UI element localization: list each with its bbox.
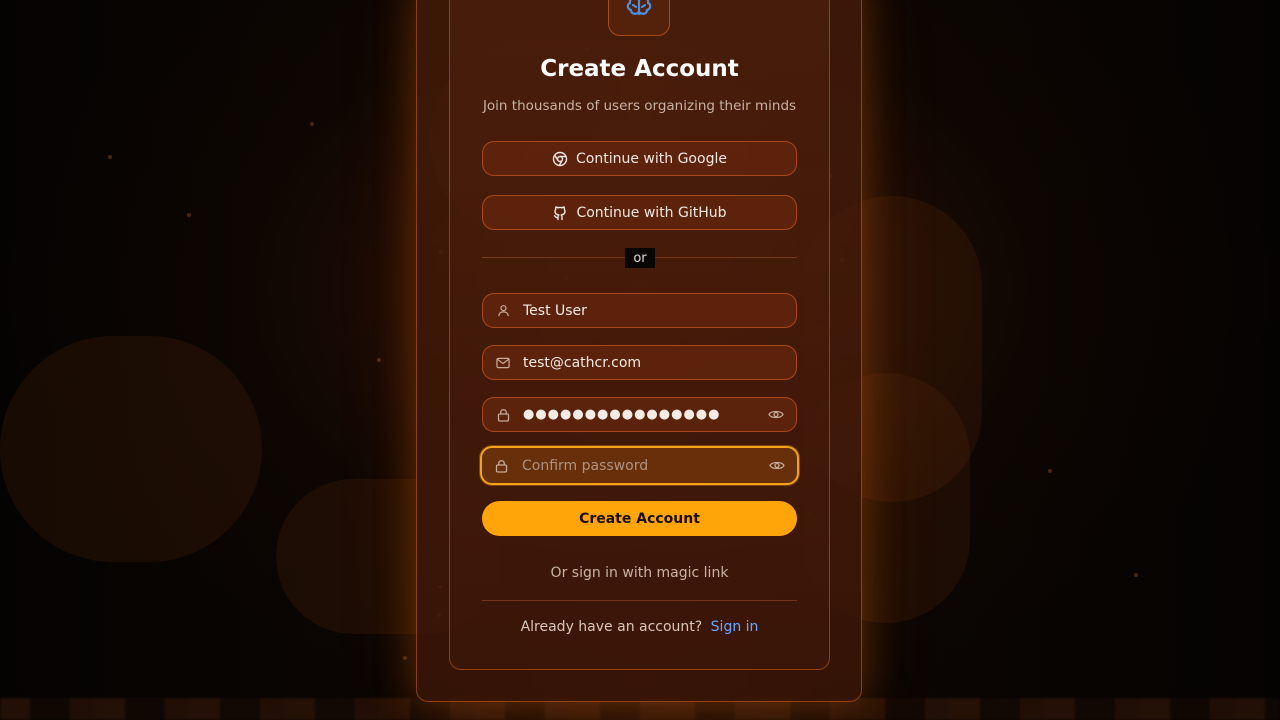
password-field[interactable] (482, 397, 797, 432)
background-dot (310, 122, 314, 126)
create-account-button[interactable]: Create Account (482, 501, 797, 536)
page-subtitle: Join thousands of users organizing their… (482, 98, 797, 114)
page-title: Create Account (540, 56, 739, 82)
confirm-password-field[interactable] (480, 446, 799, 485)
background-dot (187, 213, 191, 217)
google-button[interactable]: Continue with Google (482, 141, 797, 176)
logo (608, 0, 670, 36)
mail-icon (496, 356, 510, 370)
password-input[interactable] (523, 398, 753, 431)
background-dot (108, 155, 112, 159)
chrome-icon (552, 151, 568, 167)
email-field[interactable] (482, 345, 797, 380)
background-dot (1048, 469, 1052, 473)
signin-prompt-text: Already have an account? (520, 619, 703, 635)
lock-icon (496, 408, 510, 422)
footer-divider (482, 600, 797, 601)
background-dot (377, 358, 381, 362)
signin-prompt: Already have an account? Sign in (449, 619, 830, 635)
email-input[interactable] (523, 346, 753, 379)
lock-icon (494, 459, 508, 473)
eye-icon[interactable] (767, 408, 785, 422)
github-icon (552, 205, 568, 221)
magic-link-button[interactable]: Or sign in with magic link (449, 565, 830, 581)
confirm-password-input[interactable] (522, 448, 752, 483)
name-field[interactable] (482, 293, 797, 328)
divider-label: or (625, 248, 655, 268)
user-icon (496, 304, 510, 318)
github-button[interactable]: Continue with GitHub (482, 195, 797, 230)
github-button-label: Continue with GitHub (576, 204, 727, 221)
page-background: Create Account Join thousands of users o… (0, 0, 1280, 720)
eye-icon[interactable] (768, 459, 786, 473)
brain-icon (624, 0, 654, 21)
background-shape (0, 336, 262, 562)
sign-in-link[interactable]: Sign in (711, 619, 759, 635)
background-dot (403, 656, 407, 660)
google-button-label: Continue with Google (576, 150, 727, 167)
background-dot (1134, 573, 1138, 577)
name-input[interactable] (523, 294, 753, 327)
